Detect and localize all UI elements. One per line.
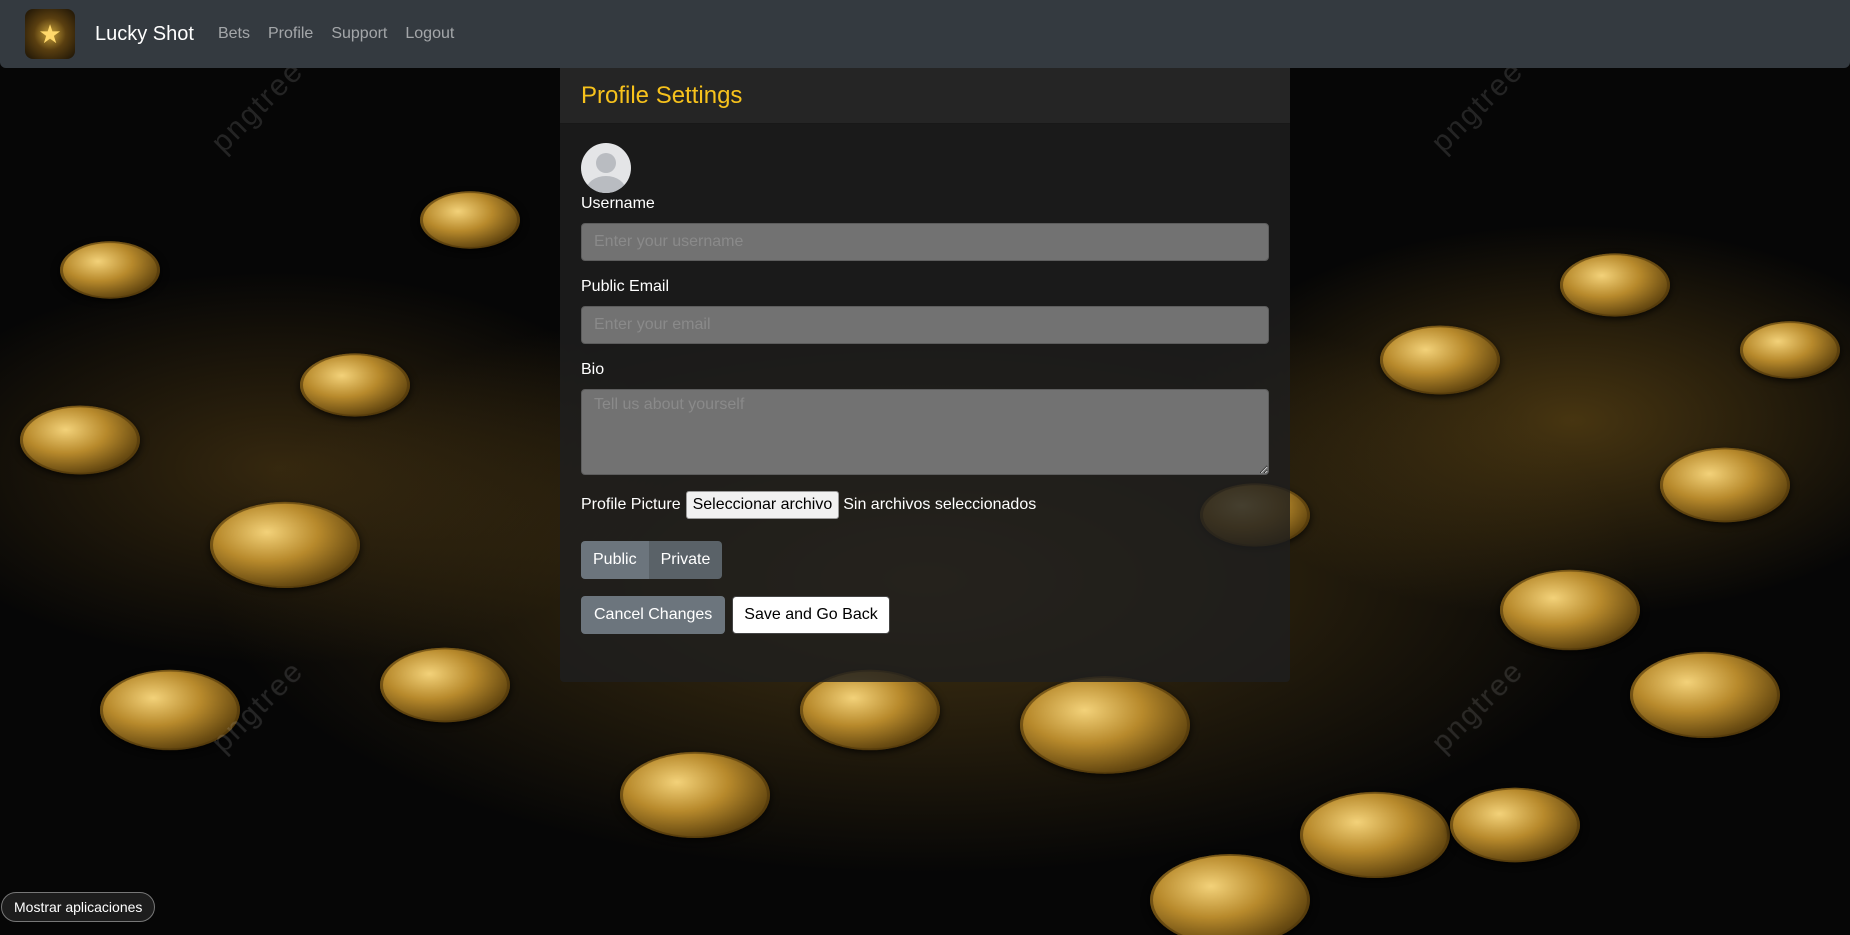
bio-label: Bio [581,361,605,378]
private-toggle-button[interactable]: Private [648,541,723,579]
save-and-go-back-button[interactable]: Save and Go Back [732,596,890,634]
email-input[interactable] [581,306,1269,344]
visibility-toggle: Public Private [581,541,1269,579]
profile-picture-row: Profile Picture Seleccionar archivo Sin … [581,491,1269,519]
nav-link-support[interactable]: Support [331,25,387,43]
file-select-button[interactable]: Seleccionar archivo [685,491,840,519]
form-actions: Cancel Changes Save and Go Back [581,596,1269,634]
avatar-icon [581,143,631,193]
username-label: Username [581,195,655,212]
page-title: Profile Settings [581,81,743,109]
brand-name[interactable]: Lucky Shot [95,23,194,46]
file-status-text: Sin archivos seleccionados [843,496,1037,513]
cancel-changes-button[interactable]: Cancel Changes [581,596,726,634]
card-body: Username Public Email Bio Profile Pictur… [560,124,1290,634]
show-apps-button[interactable]: Mostrar aplicaciones [1,892,156,922]
top-navbar: ★ Lucky Shot Bets Profile Support Logout [0,0,1850,68]
email-label: Public Email [581,278,670,295]
profile-picture-label: Profile Picture [581,496,681,513]
card-header: Profile Settings [560,68,1290,124]
username-input[interactable] [581,223,1269,261]
profile-settings-card: Profile Settings Username Public Email B… [560,68,1290,682]
nav-link-profile[interactable]: Profile [268,25,313,43]
brand-logo-icon[interactable]: ★ [25,9,75,59]
nav-link-bets[interactable]: Bets [218,25,250,43]
public-toggle-button[interactable]: Public [581,541,649,579]
bio-textarea[interactable] [581,389,1269,475]
nav-link-logout[interactable]: Logout [405,25,454,43]
